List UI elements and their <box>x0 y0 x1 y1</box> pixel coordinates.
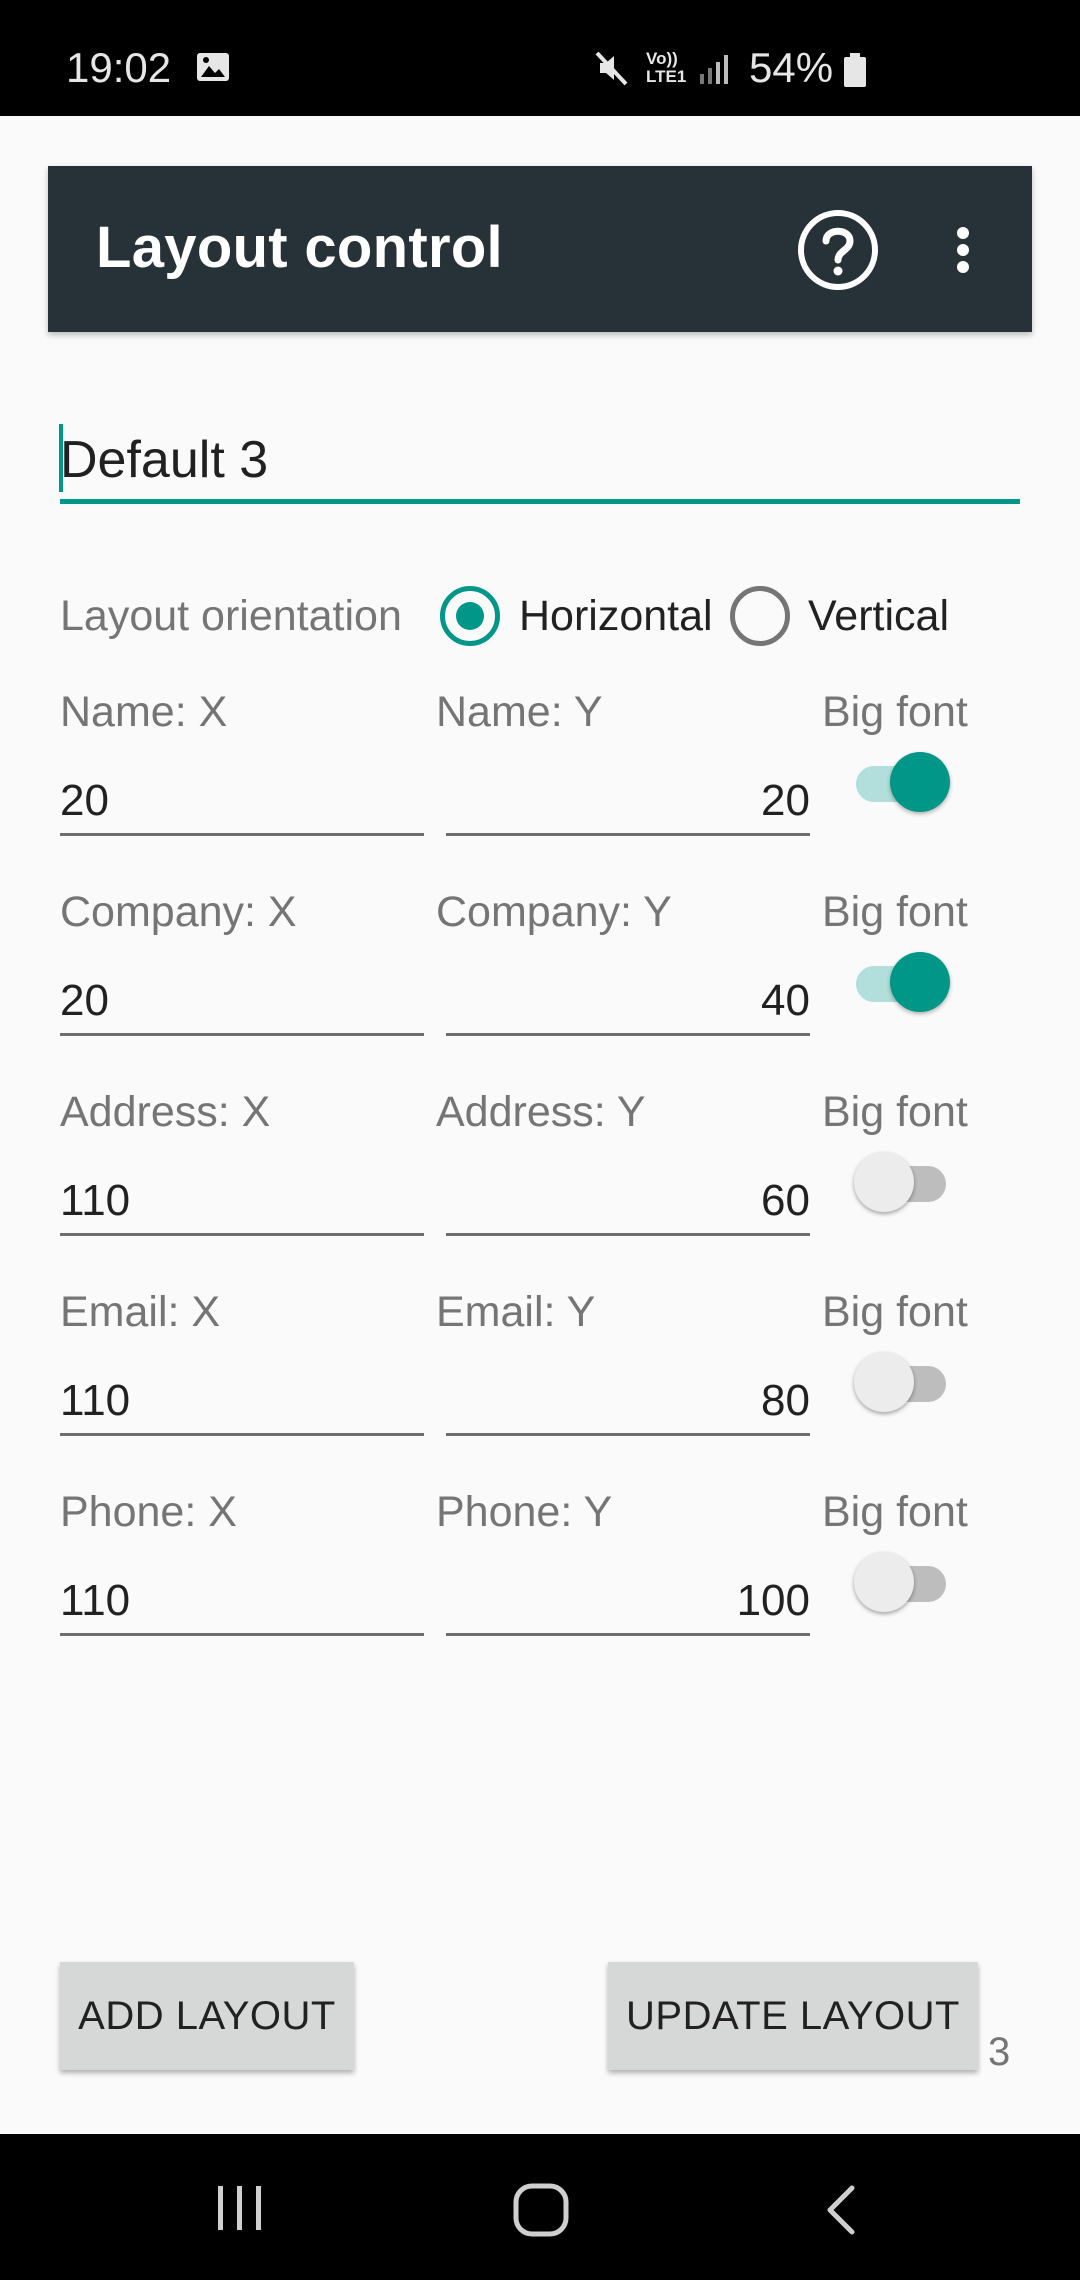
layout-name-input[interactable] <box>60 420 1020 504</box>
recents-icon[interactable] <box>212 2182 268 2239</box>
back-icon[interactable] <box>820 2182 864 2243</box>
orientation-label: Layout orientation <box>60 592 402 640</box>
page-title: Layout control <box>96 215 503 280</box>
email-y-label: Email: Y <box>436 1288 596 1336</box>
big-font-label: Big font <box>822 1288 968 1336</box>
big-font-label: Big font <box>822 1488 968 1536</box>
big-font-switch-phone[interactable] <box>854 1550 954 1612</box>
big-font-label: Big font <box>822 1088 968 1136</box>
big-font-switch-name[interactable] <box>854 750 954 812</box>
phone-x-label: Phone: X <box>60 1488 237 1536</box>
email-x-label: Email: X <box>60 1288 221 1336</box>
big-font-switch-address[interactable] <box>854 1150 954 1212</box>
radio-vertical[interactable] <box>730 586 790 646</box>
company-x-field[interactable]: 20 <box>60 966 424 1036</box>
email-x-field[interactable]: 110 <box>60 1366 424 1436</box>
name-x-field[interactable]: 20 <box>60 766 424 836</box>
big-font-label: Big font <box>822 888 968 936</box>
name-y-label: Name: Y <box>436 688 603 736</box>
phone-y-field[interactable]: 100 <box>446 1566 810 1636</box>
email-y-field[interactable]: 80 <box>446 1366 810 1436</box>
mute-icon <box>592 48 632 93</box>
radio-horizontal[interactable] <box>440 586 500 646</box>
radio-vertical-label[interactable]: Vertical <box>808 592 949 641</box>
phone-x-field[interactable]: 110 <box>60 1566 424 1636</box>
name-y-field[interactable]: 20 <box>446 766 810 836</box>
address-y-field[interactable]: 60 <box>446 1166 810 1236</box>
big-font-switch-company[interactable] <box>854 950 954 1012</box>
address-x-field[interactable]: 110 <box>60 1166 424 1236</box>
volte-icon: Vo)) LTE1 <box>646 50 686 86</box>
add-layout-button[interactable]: ADD LAYOUT <box>60 1962 354 2070</box>
big-font-label: Big font <box>822 688 968 736</box>
app-bar: Layout control <box>48 166 1032 332</box>
phone-y-label: Phone: Y <box>436 1488 613 1536</box>
image-icon <box>196 52 230 87</box>
radio-horizontal-label[interactable]: Horizontal <box>519 592 713 641</box>
address-x-label: Address: X <box>60 1088 271 1136</box>
signal-icon <box>698 52 732 91</box>
volte-line2: LTE1 <box>646 67 687 86</box>
name-x-label: Name: X <box>60 688 228 736</box>
text-cursor <box>59 424 63 492</box>
battery-icon <box>842 52 868 93</box>
company-y-label: Company: Y <box>436 888 672 936</box>
navigation-bar <box>0 2134 1080 2280</box>
company-x-label: Company: X <box>60 888 297 936</box>
volte-line1: Vo)) <box>646 49 678 68</box>
home-icon[interactable] <box>512 2182 570 2243</box>
company-y-field[interactable]: 40 <box>446 966 810 1036</box>
address-y-label: Address: Y <box>436 1088 646 1136</box>
layout-count: 3 <box>988 2030 1011 2074</box>
update-layout-button[interactable]: UPDATE LAYOUT <box>608 1962 978 2070</box>
status-time: 19:02 <box>66 44 172 91</box>
help-circle-icon[interactable] <box>796 208 880 292</box>
more-vert-icon[interactable] <box>948 208 978 292</box>
battery-percent: 54% <box>749 44 834 91</box>
big-font-switch-email[interactable] <box>854 1350 954 1412</box>
status-bar: 19:02 Vo)) LTE1 54% <box>0 0 1080 116</box>
